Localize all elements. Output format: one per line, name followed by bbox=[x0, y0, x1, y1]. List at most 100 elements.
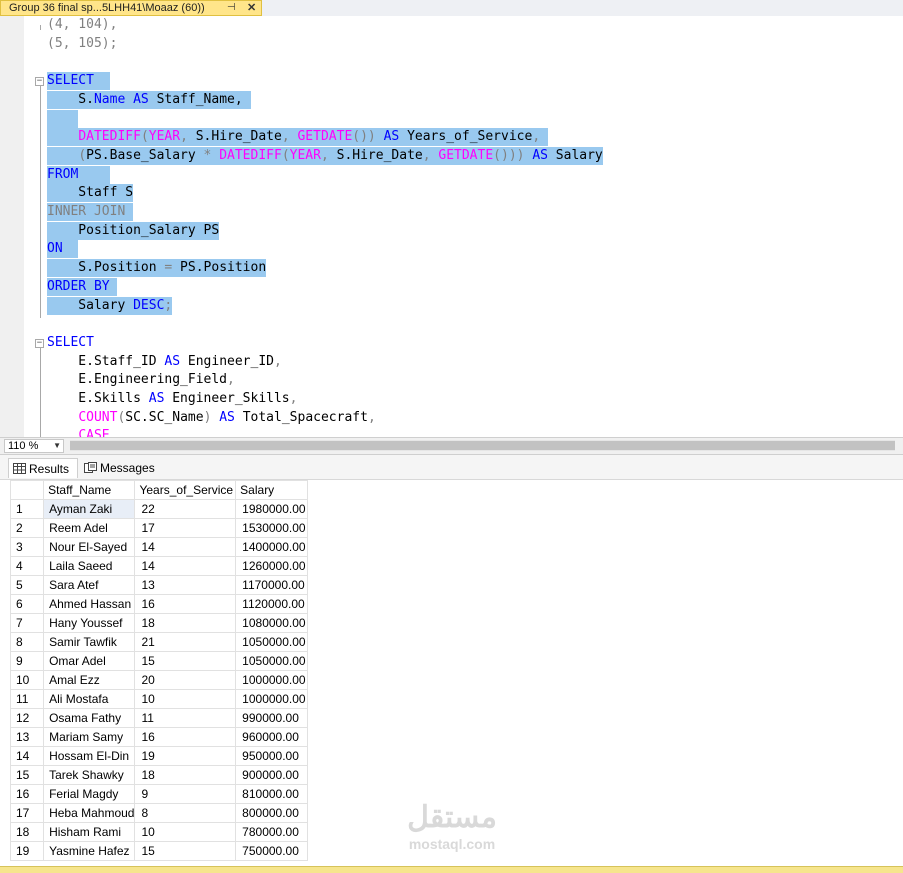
row-number[interactable]: 8 bbox=[9, 632, 45, 652]
scrollbar-thumb[interactable] bbox=[70, 441, 895, 450]
table-row[interactable]: 4 Laila Saeed 14 1260000.00 bbox=[9, 556, 308, 576]
row-number[interactable]: 15 bbox=[9, 765, 45, 785]
cell-salary[interactable]: 1980000.00 bbox=[235, 499, 308, 519]
cell-staff-name[interactable]: Hany Youssef bbox=[43, 613, 136, 633]
cell-salary[interactable]: 990000.00 bbox=[235, 708, 308, 728]
cell-staff-name[interactable]: Mariam Samy bbox=[43, 727, 136, 747]
cell-staff-name[interactable]: Osama Fathy bbox=[43, 708, 136, 728]
table-row[interactable]: 10 Amal Ezz 20 1000000.00 bbox=[9, 670, 308, 690]
cell-years-of-service[interactable]: 22 bbox=[134, 499, 237, 519]
cell-salary[interactable]: 1000000.00 bbox=[235, 689, 308, 709]
table-row[interactable]: 1 Ayman Zaki 22 1980000.00 bbox=[9, 499, 308, 519]
column-header-staff-name[interactable]: Staff_Name bbox=[43, 480, 136, 500]
table-row[interactable]: 12 Osama Fathy 11 990000.00 bbox=[9, 708, 308, 728]
cell-salary[interactable]: 800000.00 bbox=[235, 803, 308, 823]
row-number[interactable]: 5 bbox=[9, 575, 45, 595]
cell-years-of-service[interactable]: 20 bbox=[134, 670, 237, 690]
cell-years-of-service[interactable]: 14 bbox=[134, 556, 237, 576]
row-number[interactable]: 1 bbox=[9, 499, 45, 519]
cell-years-of-service[interactable]: 18 bbox=[134, 765, 237, 785]
row-number[interactable]: 12 bbox=[9, 708, 45, 728]
cell-years-of-service[interactable]: 13 bbox=[134, 575, 237, 595]
cell-salary[interactable]: 1530000.00 bbox=[235, 518, 308, 538]
cell-staff-name[interactable]: Ahmed Hassan bbox=[43, 594, 136, 614]
cell-staff-name[interactable]: Yasmine Hafez bbox=[43, 841, 136, 861]
cell-years-of-service[interactable]: 16 bbox=[134, 727, 237, 747]
horizontal-scrollbar[interactable] bbox=[70, 440, 895, 451]
cell-years-of-service[interactable]: 11 bbox=[134, 708, 237, 728]
table-row[interactable]: 3 Nour El-Sayed 14 1400000.00 bbox=[9, 537, 308, 557]
cell-salary[interactable]: 750000.00 bbox=[235, 841, 308, 861]
table-row[interactable]: 2 Reem Adel 17 1530000.00 bbox=[9, 518, 308, 538]
cell-salary[interactable]: 1050000.00 bbox=[235, 632, 308, 652]
row-number[interactable]: 4 bbox=[9, 556, 45, 576]
cell-staff-name[interactable]: Ayman Zaki bbox=[43, 499, 136, 519]
cell-years-of-service[interactable]: 21 bbox=[134, 632, 237, 652]
row-number[interactable]: 7 bbox=[9, 613, 45, 633]
cell-years-of-service[interactable]: 10 bbox=[134, 689, 237, 709]
row-number[interactable]: 14 bbox=[9, 746, 45, 766]
cell-staff-name[interactable]: Hossam El-Din bbox=[43, 746, 136, 766]
cell-staff-name[interactable]: Amal Ezz bbox=[43, 670, 136, 690]
cell-salary[interactable]: 1080000.00 bbox=[235, 613, 308, 633]
table-row[interactable]: 13 Mariam Samy 16 960000.00 bbox=[9, 727, 308, 747]
cell-staff-name[interactable]: Omar Adel bbox=[43, 651, 136, 671]
cell-staff-name[interactable]: Laila Saeed bbox=[43, 556, 136, 576]
cell-years-of-service[interactable]: 19 bbox=[134, 746, 237, 766]
cell-salary[interactable]: 810000.00 bbox=[235, 784, 308, 804]
cell-staff-name[interactable]: Samir Tawfik bbox=[43, 632, 136, 652]
column-header-salary[interactable]: Salary bbox=[235, 480, 308, 500]
table-row[interactable]: 9 Omar Adel 15 1050000.00 bbox=[9, 651, 308, 671]
tab-results[interactable]: Results bbox=[8, 458, 78, 478]
table-row[interactable]: 18 Hisham Rami 10 780000.00 bbox=[9, 822, 308, 842]
cell-years-of-service[interactable]: 9 bbox=[134, 784, 237, 804]
cell-staff-name[interactable]: Reem Adel bbox=[43, 518, 136, 538]
collapse-icon[interactable]: − bbox=[35, 77, 44, 86]
row-number-header[interactable] bbox=[9, 480, 45, 500]
query-tab[interactable]: Group 36 final sp...5LHH41\Moaaz (60)) ⊣… bbox=[0, 0, 262, 16]
row-number[interactable]: 11 bbox=[9, 689, 45, 709]
cell-salary[interactable]: 1120000.00 bbox=[235, 594, 308, 614]
zoom-dropdown[interactable]: 110 % ▼ bbox=[4, 439, 64, 453]
cell-staff-name[interactable]: Nour El-Sayed bbox=[43, 537, 136, 557]
table-row[interactable]: 5 Sara Atef 13 1170000.00 bbox=[9, 575, 308, 595]
row-number[interactable]: 10 bbox=[9, 670, 45, 690]
row-number[interactable]: 6 bbox=[9, 594, 45, 614]
column-header-years-of-service[interactable]: Years_of_Service bbox=[134, 480, 237, 500]
cell-salary[interactable]: 900000.00 bbox=[235, 765, 308, 785]
row-number[interactable]: 17 bbox=[9, 803, 45, 823]
cell-years-of-service[interactable]: 16 bbox=[134, 594, 237, 614]
cell-salary[interactable]: 1260000.00 bbox=[235, 556, 308, 576]
query-editor[interactable]: − − (4, 104), (5, 105); SELECT S.Name AS S… bbox=[0, 16, 903, 437]
cell-years-of-service[interactable]: 8 bbox=[134, 803, 237, 823]
row-number[interactable]: 19 bbox=[9, 841, 45, 861]
cell-years-of-service[interactable]: 17 bbox=[134, 518, 237, 538]
row-number[interactable]: 13 bbox=[9, 727, 45, 747]
cell-salary[interactable]: 1050000.00 bbox=[235, 651, 308, 671]
table-row[interactable]: 6 Ahmed Hassan 16 1120000.00 bbox=[9, 594, 308, 614]
row-number[interactable]: 3 bbox=[9, 537, 45, 557]
collapse-icon[interactable]: − bbox=[35, 339, 44, 348]
tab-messages[interactable]: Messages bbox=[80, 458, 158, 478]
cell-staff-name[interactable]: Sara Atef bbox=[43, 575, 136, 595]
cell-staff-name[interactable]: Hisham Rami bbox=[43, 822, 136, 842]
cell-years-of-service[interactable]: 15 bbox=[134, 651, 237, 671]
table-row[interactable]: 8 Samir Tawfik 21 1050000.00 bbox=[9, 632, 308, 652]
row-number[interactable]: 9 bbox=[9, 651, 45, 671]
cell-years-of-service[interactable]: 15 bbox=[134, 841, 237, 861]
row-number[interactable]: 18 bbox=[9, 822, 45, 842]
table-row[interactable]: 14 Hossam El-Din 19 950000.00 bbox=[9, 746, 308, 766]
results-grid[interactable]: Staff_Name Years_of_Service Salary 1 Ayma… bbox=[9, 480, 308, 861]
pin-icon[interactable]: ⊣ bbox=[227, 1, 236, 15]
cell-staff-name[interactable]: Heba Mahmoud bbox=[43, 803, 136, 823]
cell-salary[interactable]: 1400000.00 bbox=[235, 537, 308, 557]
cell-years-of-service[interactable]: 18 bbox=[134, 613, 237, 633]
cell-salary[interactable]: 960000.00 bbox=[235, 727, 308, 747]
table-row[interactable]: 7 Hany Youssef 18 1080000.00 bbox=[9, 613, 308, 633]
cell-years-of-service[interactable]: 14 bbox=[134, 537, 237, 557]
cell-salary[interactable]: 1000000.00 bbox=[235, 670, 308, 690]
cell-years-of-service[interactable]: 10 bbox=[134, 822, 237, 842]
cell-salary[interactable]: 950000.00 bbox=[235, 746, 308, 766]
table-row[interactable]: 17 Heba Mahmoud 8 800000.00 bbox=[9, 803, 308, 823]
table-row[interactable]: 11 Ali Mostafa 10 1000000.00 bbox=[9, 689, 308, 709]
